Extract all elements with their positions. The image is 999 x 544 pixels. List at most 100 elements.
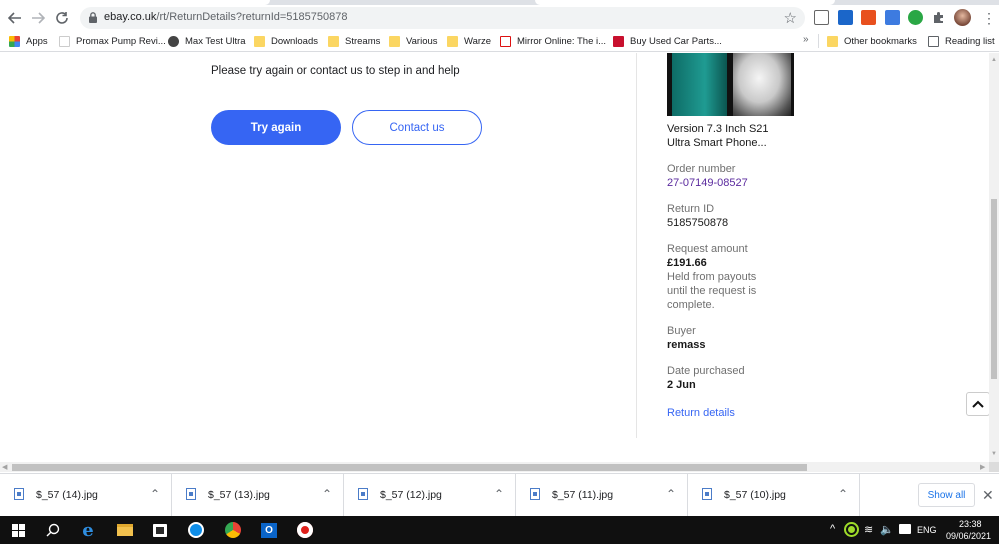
tray-overflow-icon[interactable]: ^: [830, 523, 835, 535]
image-file-icon: [530, 488, 540, 500]
profile-avatar[interactable]: [954, 9, 971, 26]
image-file-icon: [186, 488, 196, 500]
download-item[interactable]: $_57 (12).jpg ⌃: [344, 474, 516, 517]
download-filename: $_57 (11).jpg: [552, 489, 614, 501]
bookmark-apps[interactable]: Apps: [9, 34, 48, 48]
scroll-right-arrow-icon[interactable]: ▶: [980, 463, 985, 471]
scroll-up-arrow-icon[interactable]: ▲: [991, 57, 997, 63]
request-amount-label: Request amount: [667, 243, 748, 255]
bookmark-label: Other bookmarks: [844, 35, 917, 47]
bookmark-label: Various: [406, 35, 438, 47]
item-title-line1[interactable]: Version 7.3 Inch S21: [667, 123, 769, 135]
folder-icon: [328, 35, 339, 47]
edge-browser-icon[interactable]: e: [79, 520, 97, 541]
bookmark-label: Apps: [26, 35, 48, 47]
show-all-downloads-button[interactable]: Show all: [918, 483, 975, 507]
browser-menu-icon[interactable]: ⋮: [982, 11, 996, 27]
windows-start-icon[interactable]: [9, 521, 27, 539]
bookmark-warze[interactable]: Warze: [447, 34, 491, 48]
chevron-up-icon[interactable]: ⌃: [322, 487, 332, 501]
language-indicator[interactable]: ENG: [917, 525, 937, 535]
chevron-up-icon[interactable]: ⌃: [838, 487, 848, 501]
file-explorer-icon[interactable]: [116, 521, 134, 539]
notifications-message-icon[interactable]: [899, 524, 911, 534]
download-filename: $_57 (12).jpg: [380, 489, 442, 501]
return-id-label: Return ID: [667, 203, 715, 215]
download-item[interactable]: $_57 (14).jpg ⌃: [0, 474, 172, 517]
teamviewer-icon[interactable]: [187, 521, 205, 539]
download-bar: $_57 (14).jpg ⌃ $_57 (13).jpg ⌃ $_57 (12…: [0, 473, 999, 517]
horizontal-scroll-thumb[interactable]: [12, 464, 807, 471]
download-item[interactable]: $_57 (11).jpg ⌃: [516, 474, 688, 517]
extension-download-icon[interactable]: [861, 10, 876, 25]
bookmark-streams[interactable]: Streams: [328, 34, 380, 48]
folder-icon: [389, 35, 400, 47]
item-thumbnail[interactable]: [667, 53, 794, 116]
forward-arrow-icon[interactable]: [29, 9, 47, 27]
bookmark-promax[interactable]: Promax Pump Revi...: [59, 34, 166, 48]
contact-us-button[interactable]: Contact us: [352, 110, 482, 145]
chevron-up-icon[interactable]: ⌃: [494, 487, 504, 501]
image-file-icon: [14, 488, 24, 500]
screen-recorder-icon[interactable]: [296, 521, 314, 539]
chevron-up-icon[interactable]: ⌃: [666, 487, 676, 501]
try-again-button[interactable]: Try again: [211, 110, 341, 145]
scroll-left-arrow-icon[interactable]: ◀: [2, 463, 7, 471]
vertical-scrollbar[interactable]: ▲ ▼: [989, 53, 999, 462]
item-title-line2[interactable]: Ultra Smart Phone...: [667, 137, 767, 149]
wifi-icon[interactable]: ≋: [864, 523, 873, 536]
chevron-up-icon: [972, 400, 984, 408]
microsoft-store-icon[interactable]: [151, 521, 169, 539]
download-item[interactable]: $_57 (10).jpg ⌃: [688, 474, 860, 517]
download-filename: $_57 (14).jpg: [36, 489, 98, 501]
bookmark-label: Downloads: [271, 35, 318, 47]
vertical-scroll-thumb[interactable]: [991, 199, 997, 379]
reload-icon[interactable]: [53, 9, 71, 27]
held-note: Held from payouts until the request is c…: [667, 271, 757, 311]
return-details-link[interactable]: Return details: [667, 407, 735, 419]
outlook-icon[interactable]: O: [260, 521, 278, 539]
bookmark-star-icon[interactable]: ☆: [784, 9, 797, 27]
bookmark-various[interactable]: Various: [389, 34, 438, 48]
order-number-link[interactable]: 27-07149-08527: [667, 177, 748, 189]
return-id-value: 5185750878: [667, 217, 729, 229]
page-content: Please try again or contact us to step i…: [0, 53, 989, 462]
close-icon[interactable]: ✕: [982, 487, 994, 504]
bookmark-max-test[interactable]: Max Test Ultra: [168, 34, 246, 48]
bookmark-car-parts[interactable]: Buy Used Car Parts...: [613, 34, 722, 48]
lock-icon[interactable]: [88, 11, 98, 24]
back-arrow-icon[interactable]: [6, 9, 24, 27]
scrollbar-corner: [989, 462, 999, 472]
date-purchased-label: Date purchased: [667, 365, 745, 377]
bookmark-mirror[interactable]: Mirror Online: The i...: [500, 34, 606, 48]
reading-list[interactable]: Reading list: [928, 34, 995, 48]
search-icon[interactable]: [44, 521, 62, 539]
bookmarks-overflow-icon[interactable]: »: [803, 34, 809, 45]
chevron-up-icon[interactable]: ⌃: [150, 487, 160, 501]
horizontal-scrollbar[interactable]: ◀ ▶: [0, 462, 989, 472]
extensions-puzzle-icon[interactable]: [931, 10, 946, 25]
page-icon: [59, 35, 70, 47]
volume-icon[interactable]: 🔈: [880, 523, 894, 536]
column-divider: [636, 53, 637, 438]
bookmark-downloads[interactable]: Downloads: [254, 34, 318, 48]
date-purchased-value: 2 Jun: [667, 379, 696, 391]
tray-app-icon[interactable]: [846, 524, 857, 535]
bookmark-other[interactable]: Other bookmarks: [827, 34, 917, 48]
folder-icon: [254, 35, 265, 47]
clock-time[interactable]: 23:38: [959, 519, 982, 529]
clock-date[interactable]: 09/06/2021: [946, 531, 991, 541]
scroll-to-top-button[interactable]: [966, 392, 989, 416]
folder-icon: [827, 35, 838, 47]
extension-euro-icon[interactable]: [838, 10, 853, 25]
request-amount-value: £191.66: [667, 257, 707, 269]
address-bar[interactable]: ebay.co.uk/rt/ReturnDetails?returnId=518…: [80, 7, 805, 29]
scroll-down-arrow-icon[interactable]: ▼: [991, 451, 997, 457]
chrome-icon[interactable]: [224, 521, 242, 539]
extension-translate-icon[interactable]: [885, 10, 900, 25]
download-item[interactable]: $_57 (13).jpg ⌃: [172, 474, 344, 517]
extension-check-icon[interactable]: [908, 10, 923, 25]
download-filename: $_57 (10).jpg: [724, 489, 786, 501]
extension-screenshot-icon[interactable]: [814, 10, 829, 25]
url-text[interactable]: ebay.co.uk/rt/ReturnDetails?returnId=518…: [104, 11, 348, 23]
